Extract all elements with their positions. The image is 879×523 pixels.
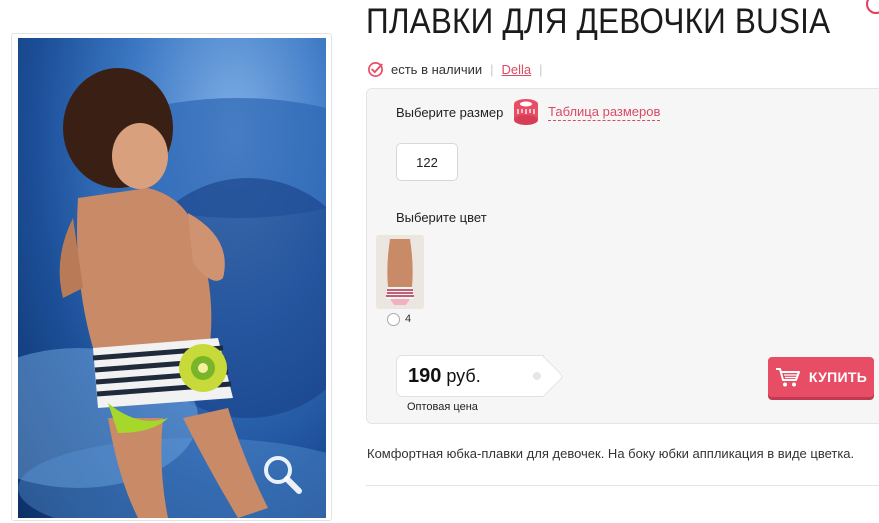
price-value: 190 [408, 364, 442, 387]
size-table-link[interactable]: Таблица размеров [548, 104, 661, 121]
buy-button[interactable]: КУПИТЬ [768, 357, 874, 397]
product-meta: есть в наличии | Della | [367, 60, 551, 78]
price-note: Оптовая цена [407, 401, 478, 413]
product-options-panel: Выберите размер Таблица размеров 122 Выб… [366, 88, 879, 424]
separator: | [490, 61, 494, 77]
color-swatch-image [376, 235, 424, 309]
brand-link[interactable]: Della [502, 62, 532, 77]
buy-button-label: КУПИТЬ [808, 369, 868, 385]
product-photo[interactable] [18, 38, 326, 518]
check-circle-icon [368, 61, 383, 77]
color-label: Выберите цвет [396, 210, 487, 225]
separator: | [539, 61, 543, 77]
size-label: Выберите размер [396, 105, 504, 120]
price-tag-hole [533, 372, 541, 380]
color-swatch[interactable] [376, 235, 424, 309]
color-radio[interactable] [387, 313, 400, 326]
measuring-tape-icon[interactable] [512, 97, 540, 127]
availability-status: есть в наличии [391, 61, 483, 77]
wishlist-icon[interactable] [866, 0, 879, 14]
size-option-button[interactable]: 122 [396, 143, 458, 181]
divider [366, 485, 879, 486]
price-tag: 190 руб. [396, 355, 544, 397]
zoom-icon[interactable] [260, 452, 304, 496]
color-number: 4 [405, 313, 412, 325]
product-image-frame [11, 33, 332, 521]
price-currency: руб. [446, 365, 481, 386]
product-description: Комфортная юбка-плавки для девочек. На б… [367, 446, 855, 461]
product-photo-illustration [18, 68, 326, 518]
page-title: ПЛАВКИ ДЛЯ ДЕВОЧКИ BUSIA [366, 2, 831, 41]
cart-icon [775, 368, 800, 387]
